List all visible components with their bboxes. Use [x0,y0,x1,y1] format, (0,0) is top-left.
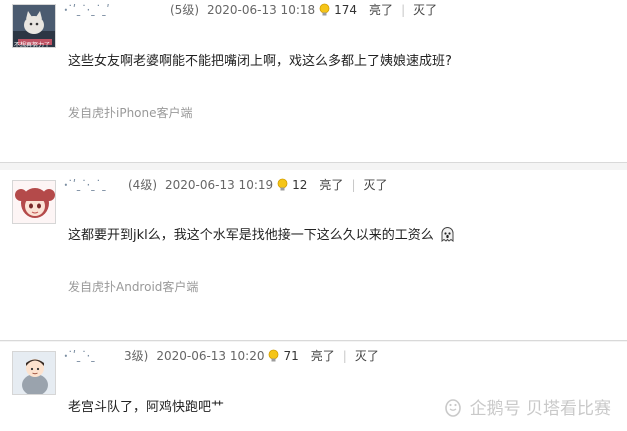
penguin-icon [444,398,461,417]
reply-2-content-text: 这都要开到jkl么，我这个水军是找他接一下这么久以来的工资么 [68,228,434,243]
reply-3-dark-button[interactable]: 灭了 [355,347,379,365]
reply-divider [0,340,627,341]
reply-3-light-count: 71 [283,349,299,363]
reply-3-time: 2020-06-13 10:20 [156,349,265,363]
reply-1-level: (5级) [170,3,199,17]
reply-2-meta: ꞏ˙ʹˍ˙·ˍ˙ˍ (4级) 2020-06-13 10:19 12 亮了 | … [64,176,388,194]
reply-1-avatar[interactable]: 不想再努力了 [12,4,56,48]
reply-1-content: 这些女友啊老婆啊能不能把嘴闭上啊，戏这么多都上了姨娘速成班? [68,54,452,69]
cartoon-boy-icon [13,352,55,394]
reply-2-source[interactable]: 发自虎扑Android客户端 [68,278,198,295]
reply-2-light-button[interactable]: 亮了 [319,176,343,194]
reply-2-content: 这都要开到jkl么，我这个水军是找他接一下这么久以来的工资么 [68,224,455,243]
reply-2-avatar[interactable] [12,180,56,224]
lightbulb-icon [319,3,330,16]
reply-2-time: 2020-06-13 10:19 [165,178,274,192]
reply-2-dark-button[interactable]: 灭了 [363,176,387,194]
reply-1-dark-button[interactable]: 灭了 [413,1,437,19]
anime-girl-icon [13,181,55,223]
reply-3-level: 3级) [124,349,149,363]
watermark: 企鹅号 贝塔看比赛 [442,394,611,419]
reply-3-avatar[interactable] [12,351,56,395]
reply-1-meta: ꞏ˙ʹˍ˙·ˍ˙ˍʹ (5级) 2020-06-13 10:18 174 亮了 … [64,1,437,19]
lightbulb-icon [269,349,279,362]
reply-1-avatar-caption: 不想再努力了 [14,42,51,48]
reply-1: 不想再努力了 ꞏ˙ʹˍ˙·ˍ˙ˍʹ (5级) 2020-06-13 10:18 … [0,0,627,162]
reply-1-time: 2020-06-13 10:18 [207,3,316,17]
reply-2-username[interactable]: ꞏ˙ʹˍ˙·ˍ˙ˍ [64,176,126,194]
reply-divider [0,162,627,163]
reply-1-source[interactable]: 发自虎扑iPhone客户端 [68,104,193,121]
reply-2-background [0,170,627,340]
reply-1-separator: | [401,3,406,17]
reply-3-light-button[interactable]: 亮了 [311,347,335,365]
reply-3-content: 老宫斗队了，阿鸡快跑吧艹 [68,400,225,415]
ghost-emoji-icon [441,227,454,242]
reply-1-light-count: 174 [334,3,358,17]
reply-2-separator: | [351,178,356,192]
reply-1-username[interactable]: ꞏ˙ʹˍ˙·ˍ˙ˍʹ [64,1,168,19]
lightbulb-icon [277,178,288,191]
reply-3-separator: | [342,349,347,363]
watermark-text: 企鹅号 贝塔看比赛 [469,399,611,419]
reply-3-username[interactable]: ꞏ˙ʹˍ˙·ˍ [64,347,122,365]
reply-1-background [0,0,627,162]
reply-2-level: (4级) [128,178,157,192]
reply-1-light-button[interactable]: 亮了 [369,1,393,19]
reply-3-meta: ꞏ˙ʹˍ˙·ˍ 3级) 2020-06-13 10:20 71 亮了 | 灭了 [64,347,379,365]
reply-2: ꞏ˙ʹˍ˙·ˍ˙ˍ (4级) 2020-06-13 10:19 12 亮了 | … [0,170,627,340]
reply-2-light-count: 12 [292,178,308,192]
